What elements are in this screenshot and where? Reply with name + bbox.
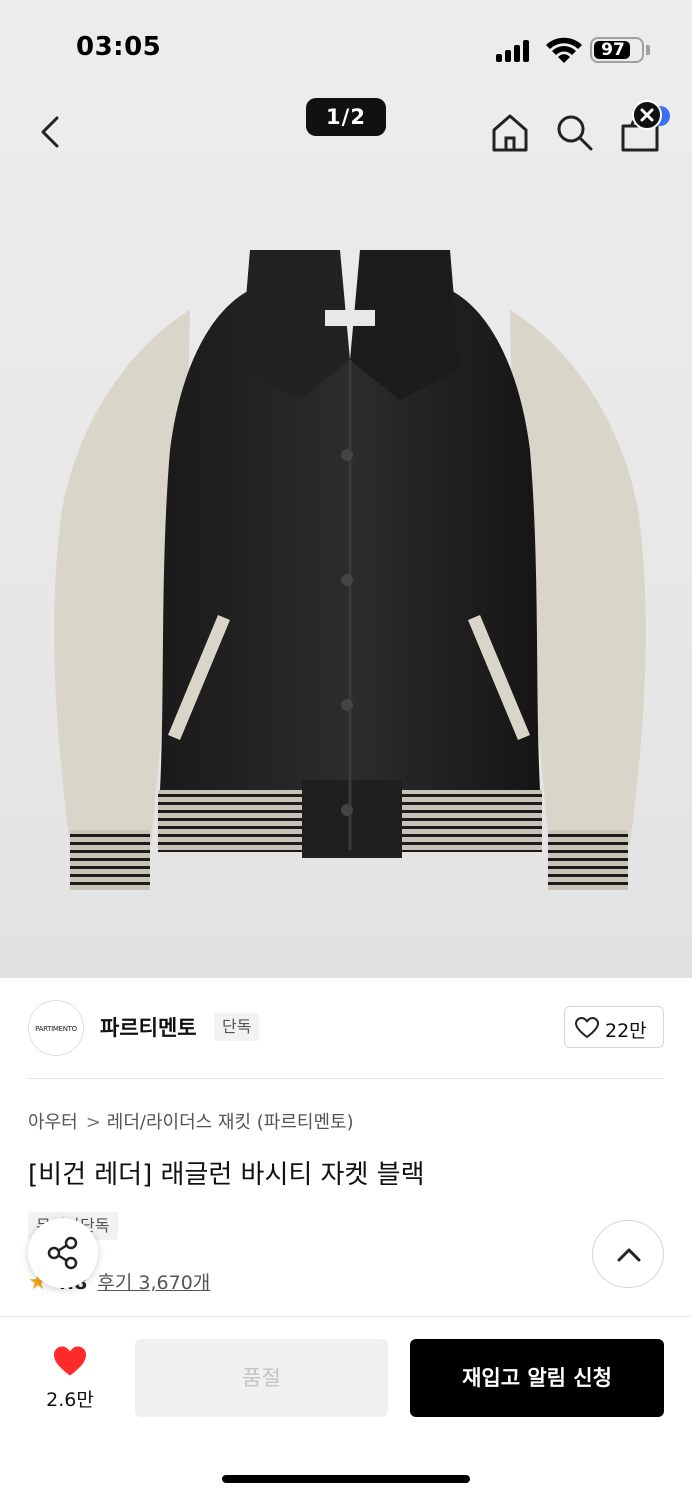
wishlist-count: 2.6만 [46, 1389, 94, 1411]
chevron-up-icon [617, 1248, 641, 1262]
battery-level: 97 [601, 40, 625, 60]
product-image-gallery[interactable] [0, 90, 692, 978]
battery-cap [646, 45, 650, 55]
brand-like-button[interactable]: 22만 [564, 1006, 664, 1048]
wishlist-button[interactable]: 2.6만 [34, 1345, 106, 1415]
battery-icon: 97 [590, 37, 644, 63]
share-button[interactable] [28, 1218, 98, 1288]
back-icon[interactable] [30, 110, 74, 154]
brand-row[interactable]: PARTIMENTO 파르티멘토 단독 22만 [28, 998, 664, 1058]
breadcrumb-subcategory[interactable]: 레더/라이더스 재킷 (파르티멘토) [107, 1112, 354, 1133]
reviews-link[interactable]: 후기 3,670개 [97, 1272, 210, 1294]
restock-alert-button[interactable]: 재입고 알림 신청 [410, 1339, 664, 1417]
search-icon[interactable] [552, 110, 596, 154]
signal-icon [496, 40, 534, 62]
jacket-product-image [54, 250, 646, 890]
bottom-action-bar: 2.6만 품절 재입고 알림 신청 [0, 1316, 692, 1500]
divider [28, 1078, 664, 1079]
product-title: [비건 레더] 래글런 바시티 자켓 블랙 [28, 1160, 425, 1190]
top-navigation: 1/2 [0, 90, 692, 176]
brand-name[interactable]: 파르티멘토 [100, 1012, 197, 1042]
close-icon [640, 108, 654, 122]
soldout-button[interactable]: 품절 [135, 1339, 388, 1417]
brand-like-count: 22만 [605, 1020, 647, 1042]
wifi-icon [546, 37, 582, 63]
breadcrumb: 아우터 > 레더/라이더스 재킷 (파르티멘토) [28, 1108, 354, 1134]
brand-logo[interactable]: PARTIMENTO [28, 1000, 84, 1056]
exclusive-badge: 단독 [214, 1013, 260, 1041]
close-overlay-button[interactable] [632, 100, 662, 130]
share-icon [47, 1236, 78, 1270]
heart-filled-icon [54, 1346, 86, 1376]
status-bar: 03:05 97 [0, 0, 692, 90]
scroll-top-button[interactable] [592, 1220, 664, 1288]
home-icon[interactable] [488, 110, 532, 154]
status-time: 03:05 [76, 32, 162, 62]
breadcrumb-category[interactable]: 아우터 [28, 1112, 78, 1133]
home-indicator [222, 1475, 470, 1483]
image-counter: 1/2 [306, 98, 386, 136]
heart-outline-icon [575, 1017, 599, 1038]
chevron-right-icon: > [85, 1112, 101, 1133]
